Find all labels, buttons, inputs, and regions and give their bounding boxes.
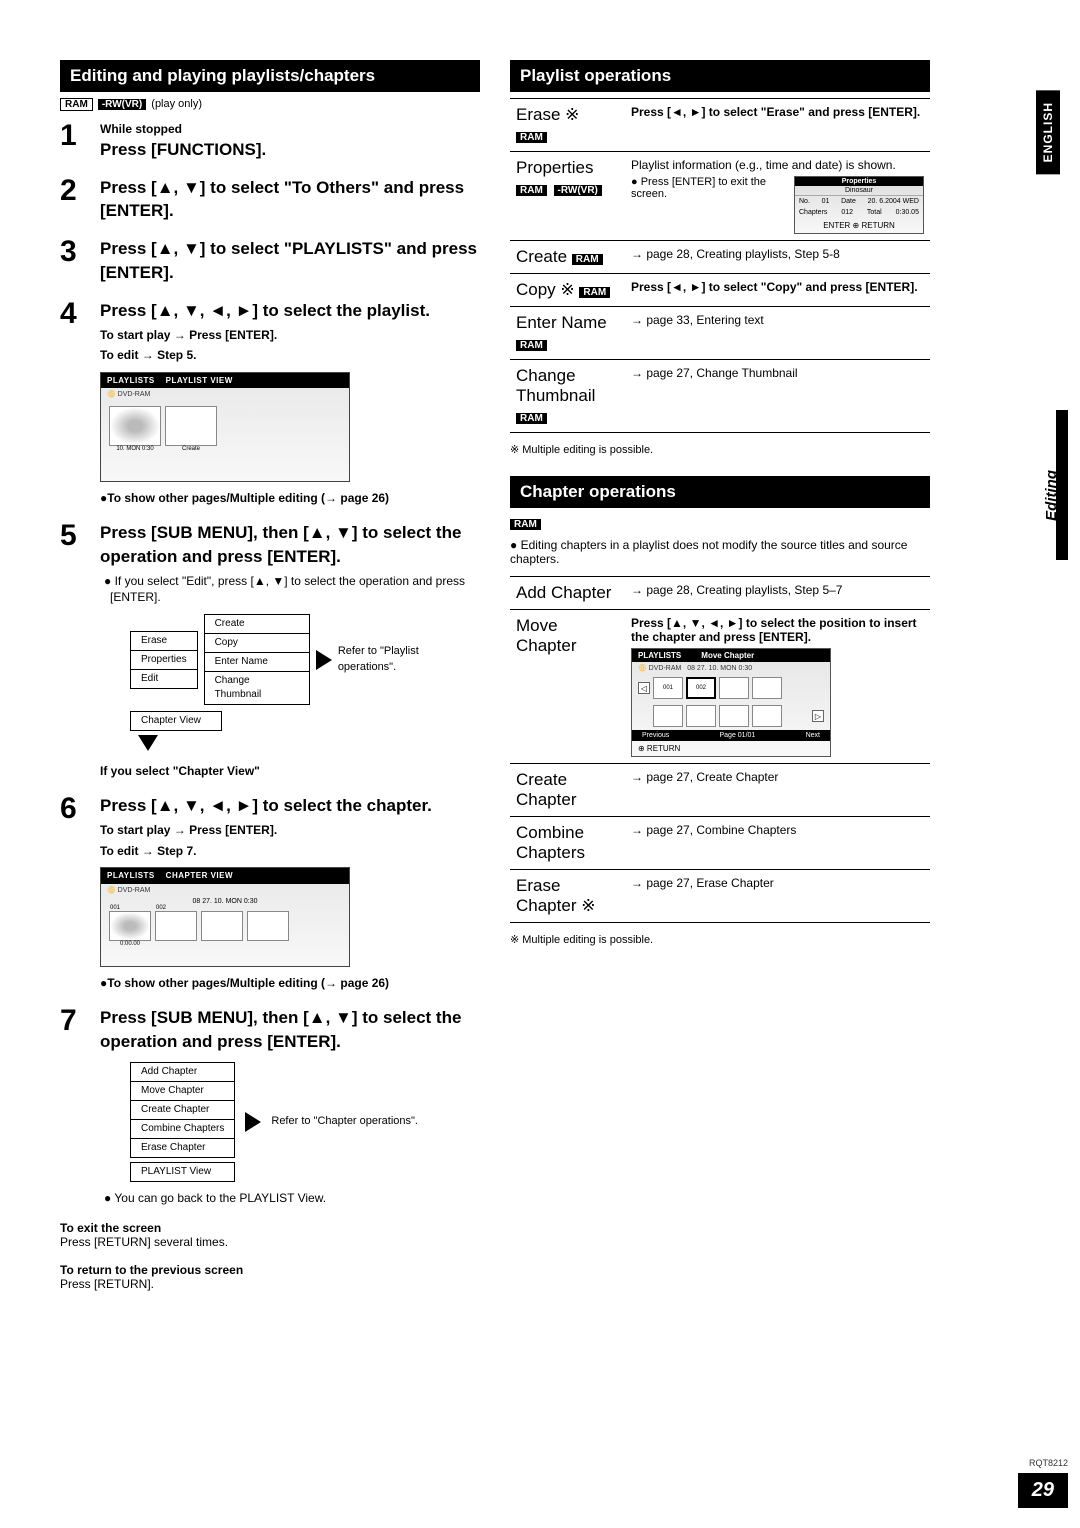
step-1: While stopped Press [FUNCTIONS]. [60, 121, 480, 162]
move-chapter-inset: PLAYLISTSMove Chapter 📀 DVD-RAM 08 27. 1… [631, 648, 831, 757]
arrow-down-icon [138, 735, 158, 751]
arrow-right-icon [316, 650, 332, 670]
header-chapter-ops: Chapter operations [510, 476, 930, 508]
step-2: Press [▲, ▼] to select "To Others" and p… [60, 176, 480, 224]
step-3: Press [▲, ▼] to select "PLAYLISTS" and p… [60, 237, 480, 285]
disc-tags-left: RAM -RW(VR) (play only) [60, 98, 480, 111]
submenu-diagram-2: Add Chapter Move Chapter Create Chapter … [130, 1062, 480, 1182]
diagram-chapter-view: PLAYLISTS CHAPTER VIEW 📀 DVD-RAM 08 27. … [100, 867, 350, 967]
section-tab: Editing [1043, 470, 1060, 521]
header-left: Editing and playing playlists/chapters [60, 60, 480, 92]
playlist-ops-table: Erase ※ RAM Press [◄, ►] to select "Eras… [510, 98, 930, 433]
step-5: Press [SUB MENU], then [▲, ▼] to select … [60, 521, 480, 780]
exit-instructions: To exit the screen Press [RETURN] severa… [60, 1221, 480, 1291]
step-6: Press [▲, ▼, ◄, ►] to select the chapter… [60, 794, 480, 992]
arrow-right-icon [245, 1112, 261, 1132]
playlist-footnote: ※ Multiple editing is possible. [510, 443, 930, 456]
language-tab: ENGLISH [1036, 90, 1060, 174]
chapter-ops-table: Add Chapter → page 28, Creating playlist… [510, 576, 930, 923]
submenu-diagram-1: Erase Properties Edit Create Copy Enter … [130, 614, 480, 755]
doc-number: RQT8212 [1029, 1458, 1068, 1468]
header-playlist-ops: Playlist operations [510, 60, 930, 92]
page-number: 29 [1018, 1473, 1068, 1508]
step-4: Press [▲, ▼, ◄, ►] to select the playlis… [60, 299, 480, 507]
step-7: Press [SUB MENU], then [▲, ▼] to select … [60, 1006, 480, 1206]
chapter-footnote: ※ Multiple editing is possible. [510, 933, 930, 946]
diagram-playlist-view: PLAYLISTS PLAYLIST VIEW 📀 DVD-RAM 10. MO… [100, 372, 350, 482]
properties-inset: Properties Dinosaur No.01Date20. 6.2004 … [794, 176, 924, 234]
